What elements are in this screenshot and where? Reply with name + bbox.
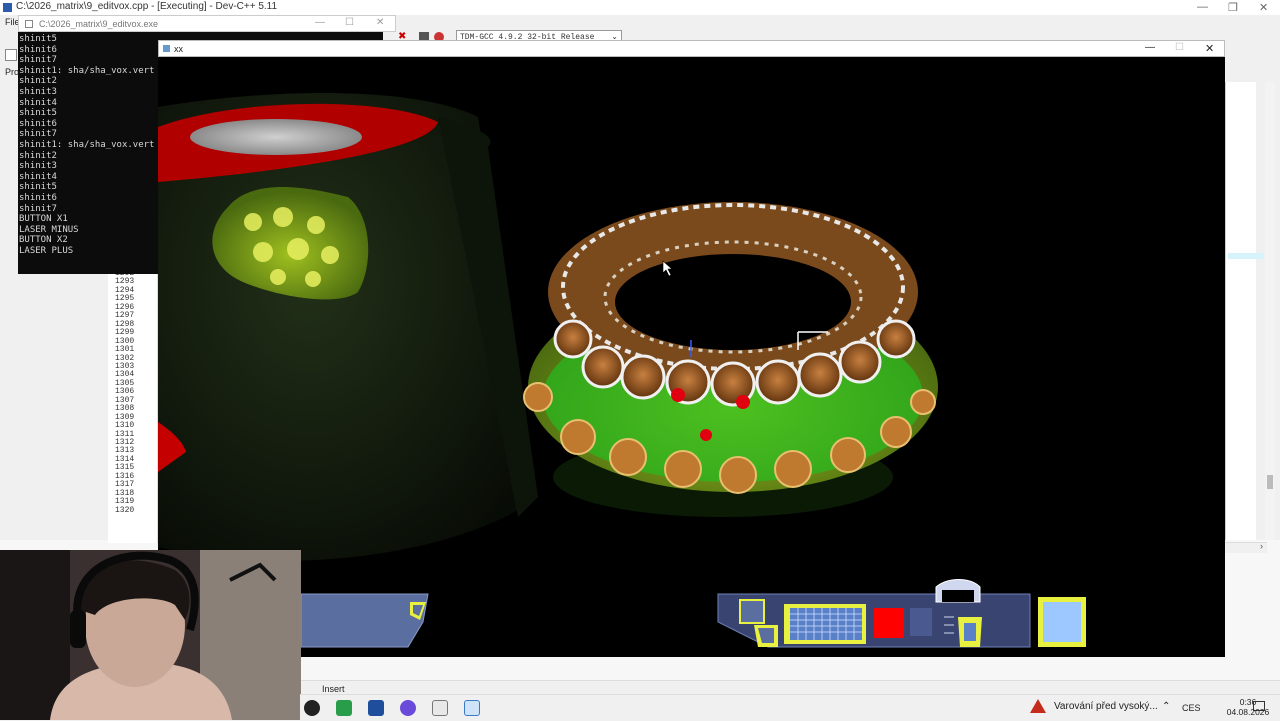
editor-line-number: 1320 — [115, 505, 135, 515]
console-line: shinit6 — [19, 118, 57, 129]
editor-vertical-scrollbar[interactable] — [1265, 82, 1275, 542]
ide-line-highlight — [1228, 253, 1264, 259]
hud-right-panel — [717, 579, 1086, 648]
gl-close-button[interactable]: ✕ — [1205, 42, 1214, 55]
scroll-right-icon[interactable]: › — [1260, 541, 1263, 551]
console-line: shinit7 — [19, 55, 57, 66]
taskbar-app-window-icon[interactable] — [432, 700, 448, 716]
ide-minimize-button[interactable]: — — [1197, 1, 1208, 13]
console-line: shinit2 — [19, 150, 57, 161]
console-line: BUTTON X1 — [19, 214, 68, 225]
console-line: shinit5 — [19, 34, 57, 44]
notification-center-icon[interactable] — [1253, 701, 1265, 711]
scrollbar-thumb[interactable] — [1267, 475, 1273, 489]
webcam-image — [0, 550, 301, 720]
taskbar-app-devcpp-icon[interactable] — [368, 700, 384, 716]
console-line: shinit3 — [19, 161, 57, 172]
new-file-icon[interactable] — [5, 49, 17, 61]
console-line: shinit1: sha/sha_vox.vert — [19, 139, 155, 150]
console-line: shinit1: sha/sha_vox.vert — [19, 65, 155, 76]
taskbar-app-obs-icon[interactable] — [400, 700, 416, 716]
console-minimize-button[interactable]: — — [315, 17, 325, 28]
hud-color-swatch — [874, 608, 904, 638]
editor-line-gutter: 1292129312941295129612971298129913001301… — [108, 268, 158, 543]
ide-titlebar: C:\2026_matrix\9_editvox.cpp - [Executin… — [0, 0, 1280, 15]
taskbar-app-terminal-icon[interactable] — [336, 700, 352, 716]
status-insert-mode: Insert — [322, 684, 345, 694]
console-line: LASER PLUS — [19, 245, 74, 256]
webcam-overlay — [0, 550, 301, 720]
console-line: BUTTON X2 — [19, 235, 68, 246]
console-output: shinit5 shinit6 shinit7 shinit1: sha/sha_vo… — [18, 32, 158, 274]
chevron-up-icon[interactable]: ⌃ — [1162, 701, 1170, 712]
console-line: shinit4 — [19, 171, 57, 182]
taskbar-app-record-icon[interactable] — [304, 700, 320, 716]
console-line: shinit3 — [19, 86, 57, 97]
gl-window-icon — [163, 45, 170, 52]
voxel-scene — [158, 93, 1086, 648]
gl-render-viewport[interactable] — [158, 57, 1225, 657]
projects-panel-tab[interactable]: Pro — [5, 67, 19, 77]
warning-text: Varování před vysoký... — [1054, 701, 1158, 712]
devcpp-app-icon — [3, 3, 12, 12]
console-line: shinit2 — [19, 76, 57, 87]
grey-disc — [190, 119, 362, 155]
console-line: shinit7 — [19, 129, 57, 140]
console-line: shinit6 — [19, 192, 57, 203]
torus-hole — [615, 254, 851, 350]
taskbar-app-gl-window-icon[interactable] — [464, 700, 480, 716]
console-line: shinit5 — [19, 182, 57, 193]
ide-close-button[interactable]: ✕ — [1259, 1, 1268, 14]
warning-icon — [1030, 699, 1046, 713]
gl-window-title: xx — [174, 44, 183, 54]
windows-taskbar: Varování před vysoký... ⌃ CES 0:36 04.08… — [300, 694, 1280, 721]
ide-restore-button[interactable]: ❐ — [1228, 1, 1238, 14]
gl-maximize-button[interactable]: ☐ — [1175, 42, 1184, 53]
ide-title: C:\2026_matrix\9_editvox.cpp - [Executin… — [16, 1, 278, 12]
console-line: shinit7 — [19, 203, 57, 214]
hud-left-panel — [300, 593, 429, 648]
console-line: shinit5 — [19, 108, 57, 119]
console-close-button[interactable]: ✕ — [376, 17, 384, 28]
ide-right-panel — [1225, 82, 1256, 542]
console-app-icon — [25, 20, 33, 28]
console-titlebar: C:\2026_matrix\9_editvox.exe — ☐ ✕ — [18, 15, 396, 32]
console-line: shinit6 — [19, 44, 57, 55]
console-title: C:\2026_matrix\9_editvox.exe — [39, 19, 159, 29]
console-line: shinit4 — [19, 97, 57, 108]
gl-window-titlebar: xx — ☐ ✕ — [158, 40, 1225, 57]
taskbar-language[interactable]: CES — [1182, 703, 1201, 713]
gl-minimize-button[interactable]: — — [1145, 42, 1155, 53]
console-maximize-button[interactable]: ☐ — [345, 17, 354, 28]
ide-menubar: File — [0, 15, 20, 31]
console-line: LASER MINUS — [19, 224, 79, 235]
